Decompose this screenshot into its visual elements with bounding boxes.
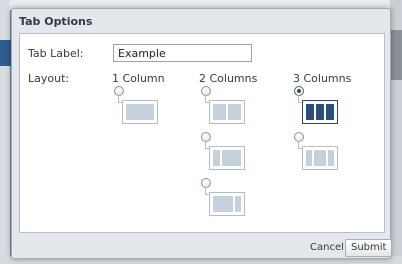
layout-thumb-3col-equal[interactable] [302, 100, 338, 124]
tab-label-label: Tab Label: [28, 47, 84, 60]
layout-pane [306, 104, 314, 120]
layout-pane [213, 150, 220, 166]
layout-pane [228, 104, 241, 120]
layout-option-2col-equal[interactable] [201, 86, 249, 126]
layout-option-1col[interactable] [114, 86, 162, 126]
dialog-title: Tab Options [19, 15, 93, 28]
layout-option-2col-right-narrow[interactable] [201, 178, 249, 218]
layout-pane [314, 150, 326, 166]
cancel-button[interactable]: Cancel [304, 239, 350, 257]
layout-pane [234, 196, 241, 212]
layout-pane [326, 104, 334, 120]
layout-thumb-2col-equal[interactable] [209, 100, 245, 124]
layout-pane [306, 150, 312, 166]
layout-pane [126, 104, 154, 120]
layout-pane [328, 150, 334, 166]
column-heading-1: 1 Column [112, 72, 165, 85]
layout-pane [213, 104, 226, 120]
dialog-body: Tab Label: Layout: 1 Column 2 Columns 3 … [19, 33, 385, 233]
layout-pane [213, 196, 233, 212]
layout-pane [221, 150, 241, 166]
column-heading-2: 2 Columns [199, 72, 258, 85]
submit-button[interactable]: Submit [345, 239, 393, 257]
layout-thumb-2col-left-narrow[interactable] [209, 146, 245, 170]
layout-pane [316, 104, 324, 120]
layout-thumb-3col-wide-center[interactable] [302, 146, 338, 170]
column-heading-3: 3 Columns [293, 72, 352, 85]
layout-option-2col-left-narrow[interactable] [201, 132, 249, 172]
layout-option-3col-wide-center[interactable] [294, 132, 342, 172]
layout-thumb-1col[interactable] [122, 100, 158, 124]
tab-options-dialog: Tab Options Tab Label: Layout: 1 Column … [11, 8, 393, 259]
background-window-right-accent [390, 30, 402, 80]
layout-thumb-2col-right-narrow[interactable] [209, 192, 245, 216]
tab-label-input[interactable] [113, 44, 252, 62]
layout-label: Layout: [28, 72, 70, 85]
layout-option-3col-equal[interactable] [294, 86, 342, 126]
